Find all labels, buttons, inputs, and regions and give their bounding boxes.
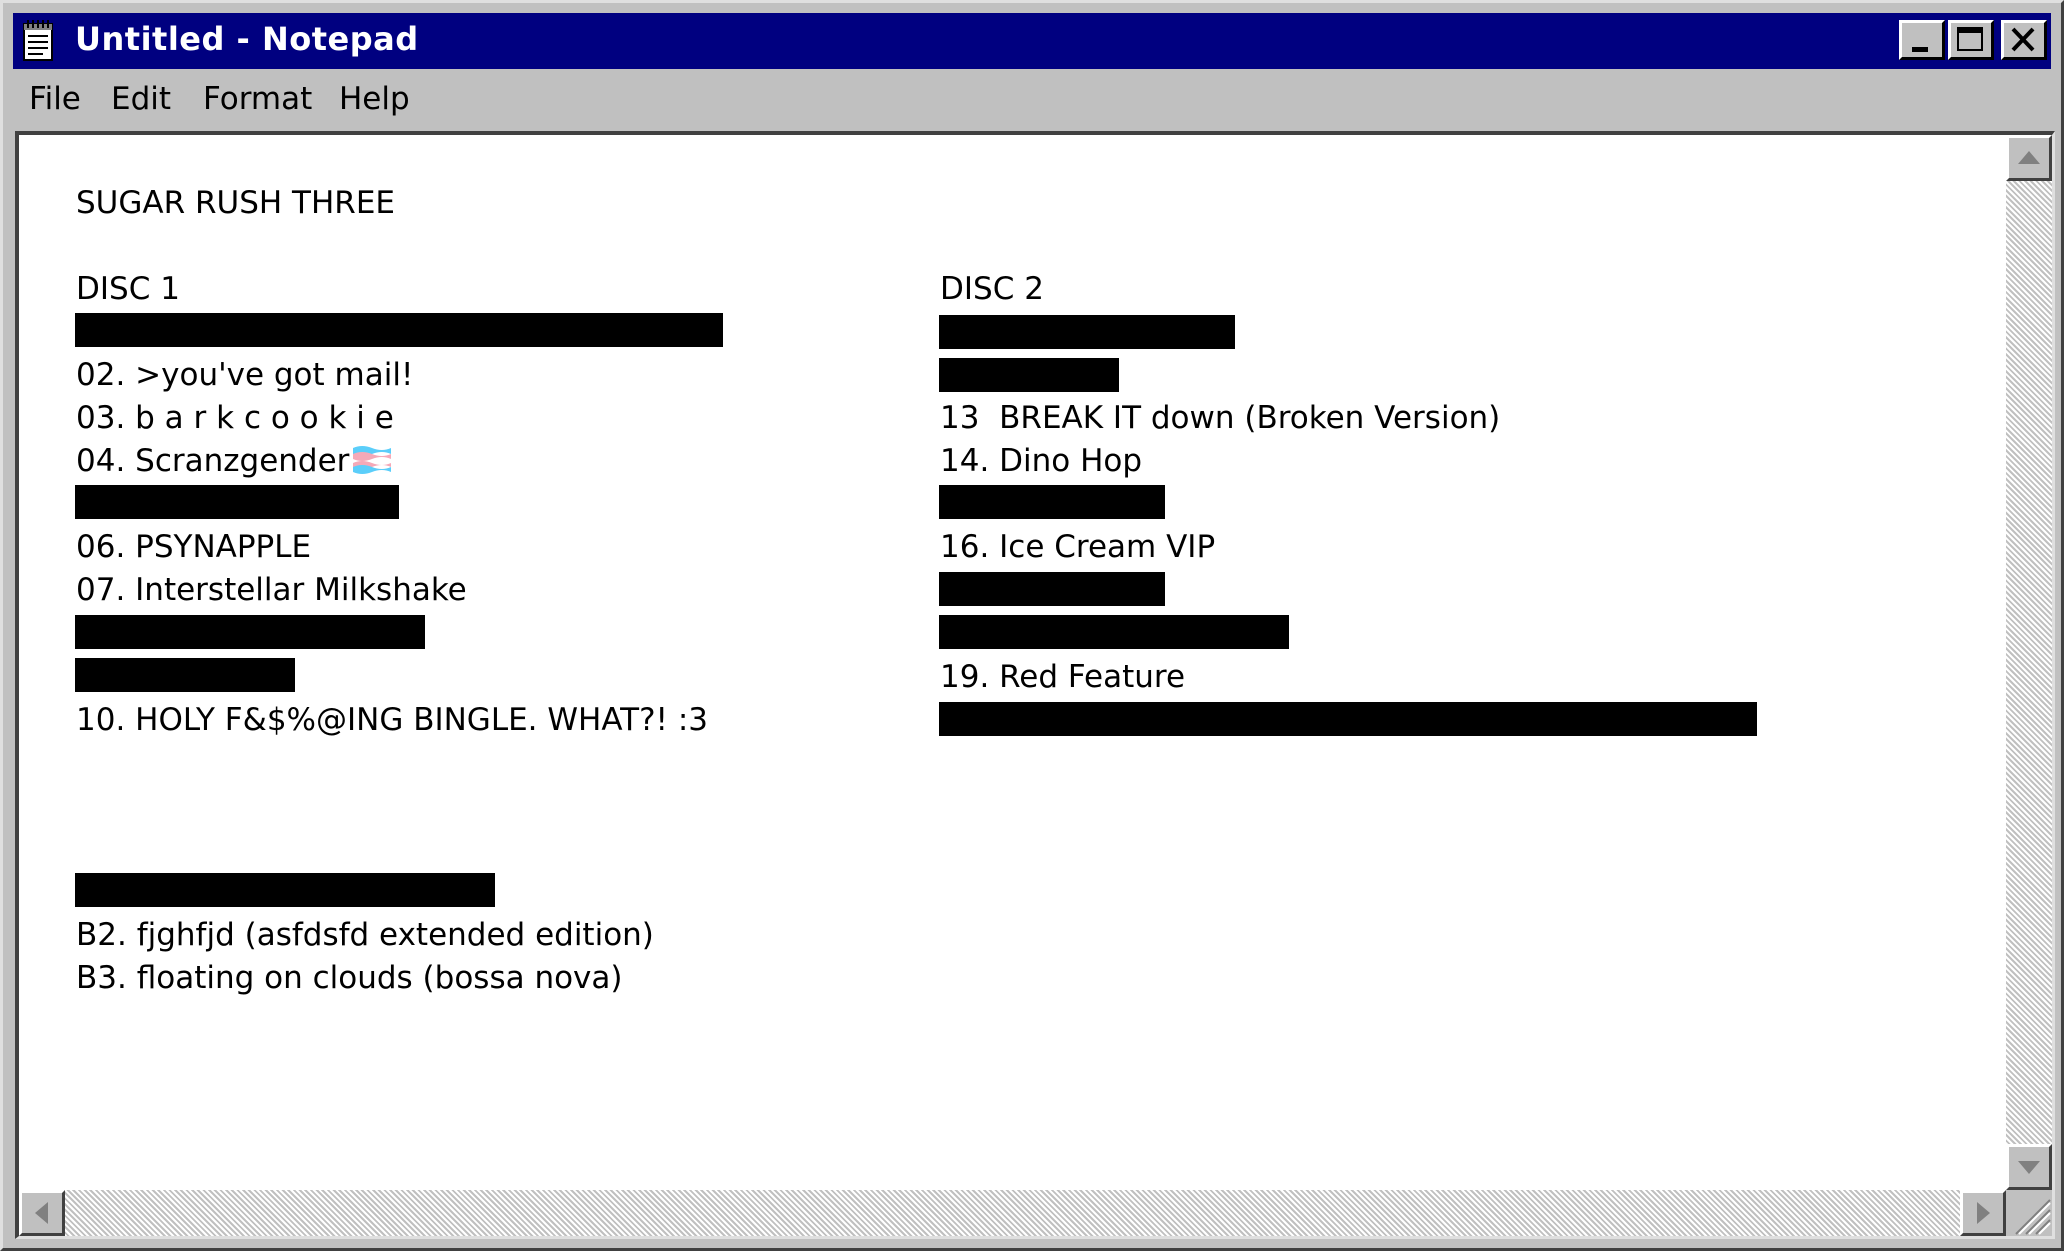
resize-grip[interactable] [2006, 1190, 2052, 1236]
scroll-down-icon [2018, 1161, 2040, 1174]
scroll-up-button[interactable] [2006, 135, 2052, 181]
horizontal-scrollbar[interactable] [19, 1190, 2006, 1236]
editor-pane[interactable]: SUGAR RUSH THREE DISC 1 02. >you've got … [15, 131, 2055, 1239]
redacted-line [75, 485, 399, 519]
close-icon [2011, 27, 2035, 52]
disc2-track: 13 BREAK IT down (Broken Version) [940, 400, 1501, 436]
disc2-header: DISC 2 [940, 271, 1044, 307]
menu-help[interactable]: Help [339, 79, 410, 119]
menu-edit[interactable]: Edit [111, 79, 171, 119]
redacted-line [75, 873, 495, 907]
menu-bar: File Edit Format Help [13, 73, 2051, 127]
disc1-track: 06. PSYNAPPLE [76, 529, 312, 565]
disc1-track-with-flag: 04. Scranzgender [76, 441, 393, 481]
disc1-header: DISC 1 [76, 271, 180, 307]
disc1-track: 04. Scranzgender [76, 443, 350, 479]
disc1-track: 07. Interstellar Milkshake [76, 572, 467, 608]
disc2-track: 14. Dino Hop [940, 443, 1143, 479]
maximize-button[interactable] [1948, 20, 1994, 60]
bonus-track: B3. floating on clouds (bossa nova) [76, 960, 623, 996]
scroll-right-icon [1977, 1202, 1990, 1224]
text-area[interactable]: SUGAR RUSH THREE DISC 1 02. >you've got … [19, 135, 1999, 1190]
disc1-track: 10. HOLY F&$%@ING BINGLE. WHAT?! :3 [76, 702, 708, 738]
document-title: SUGAR RUSH THREE [76, 185, 396, 221]
menu-file[interactable]: File [29, 79, 81, 119]
disc2-track: 19. Red Feature [940, 659, 1186, 695]
scroll-left-button[interactable] [19, 1190, 65, 1236]
maximize-icon [1957, 27, 1983, 51]
redacted-line [75, 658, 295, 692]
redacted-line [939, 315, 1235, 349]
resize-grip-icon [2015, 1199, 2051, 1235]
redacted-line [939, 485, 1165, 519]
minimize-button[interactable] [1899, 20, 1945, 60]
scroll-left-icon [35, 1202, 48, 1224]
vertical-scrollbar[interactable] [2006, 135, 2052, 1190]
redacted-line [939, 572, 1165, 606]
redacted-line [939, 615, 1289, 649]
disc1-track: 02. >you've got mail! [76, 357, 414, 393]
scroll-right-button[interactable] [1960, 1190, 2006, 1236]
title-bar[interactable]: Untitled - Notepad [13, 13, 2051, 69]
transgender-flag-icon [353, 446, 392, 474]
redacted-line [75, 313, 723, 347]
minimize-icon [1912, 47, 1928, 52]
notepad-icon [23, 20, 53, 61]
redacted-line [939, 358, 1119, 392]
window-title: Untitled - Notepad [75, 20, 419, 58]
notepad-window: Untitled - Notepad File Edit Format Help [0, 0, 2064, 1251]
close-button[interactable] [2001, 20, 2047, 60]
bonus-track: B2. fjghfjd (asfdsfd extended edition) [76, 917, 654, 953]
disc1-track: 03. b a r k c o o k i e [76, 400, 394, 436]
scroll-up-icon [2018, 151, 2040, 164]
scroll-down-button[interactable] [2006, 1144, 2052, 1190]
disc2-track: 16. Ice Cream VIP [940, 529, 1216, 565]
redacted-line [939, 702, 1757, 736]
redacted-line [75, 615, 425, 649]
menu-format[interactable]: Format [203, 79, 312, 119]
